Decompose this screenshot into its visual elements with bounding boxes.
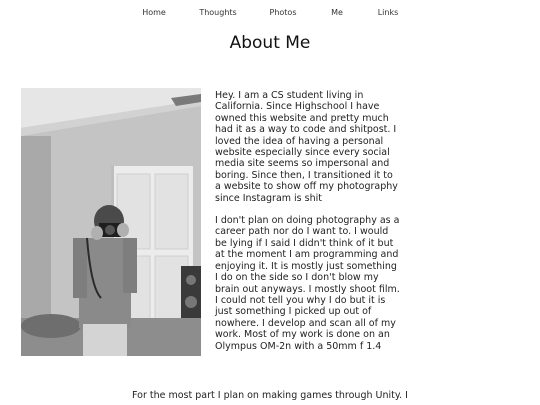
nav-links-link[interactable]: Links (378, 8, 399, 17)
page-title: About Me (229, 33, 311, 53)
about-paragraph-3: For the most part I plan on making games… (132, 390, 408, 401)
about-paragraph-2: I don't plan on doing photography as a c… (215, 215, 400, 352)
about-paragraph-1: Hey. I am a CS student living in Califor… (215, 90, 398, 204)
nav-me-link[interactable]: Me (331, 8, 343, 17)
about-text: Hey. I am a CS student living in Califor… (215, 90, 400, 363)
nav-home-link[interactable]: Home (142, 8, 166, 17)
top-navigation: Home Thoughts Photos Me Links (0, 8, 540, 20)
nav-photos-link[interactable]: Photos (270, 8, 297, 17)
nav-thoughts-link[interactable]: Thoughts (199, 8, 236, 17)
profile-photo (21, 88, 201, 356)
